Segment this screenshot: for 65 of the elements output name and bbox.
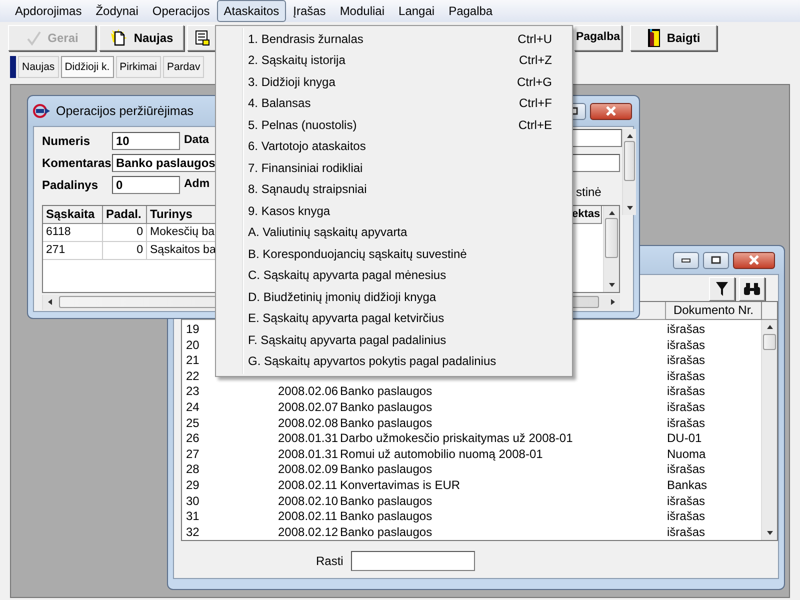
table-cell: išrašas [667,416,706,430]
shortcut-label: Ctrl+Z [519,52,552,70]
shortcut-label: Ctrl+E [518,116,552,134]
window-title: Operacijos peržiūrėjimas [56,102,194,120]
table-cell: Darbo užmokesčio priskaitymas už 2008-01 [340,431,573,446]
table-cell: 2008.02.09 [278,462,338,476]
table-cell: 24 [186,400,200,414]
table-cell: 2008.01.31 [278,446,338,461]
table-cell: išrašas [667,338,706,352]
table-cell: 30 [186,494,200,508]
table-cell: 2008.02.12 [278,524,338,539]
table-cell: 20 [186,338,200,352]
field-label: Numeris [42,133,92,150]
field-label: Padalinys [42,177,100,194]
field-label: Adm [184,177,210,192]
table-cell: Banko paslaugos [340,416,432,430]
table-cell: 2008.02.11 [278,478,338,492]
table-cell: 2008.02.06 [278,384,338,398]
table-cell: išrašas [667,524,706,539]
table-cell: 2008.02.11 [278,509,338,524]
table-cell: Banko paslaugos [340,400,432,414]
table-cell: Konvertavimas is EUR [340,478,460,492]
table-cell: Bankas [667,478,708,492]
table-cell: 0 [103,224,147,242]
table-cell: išrašas [667,368,706,383]
table-cell: išrašas [667,322,706,336]
shortcut-label: Ctrl+F [519,95,552,112]
table-cell: Banko paslaugos [340,494,432,508]
table-cell: 2008.02.08 [278,416,338,430]
table-cell: 2008.02.07 [278,400,338,414]
table-cell: 27 [186,446,200,461]
checkbox-label: stinė [576,184,602,201]
table-cell: 23 [186,384,200,398]
table-cell: išrašas [667,509,706,524]
table-cell: 6118 [43,224,103,242]
table-cell: 22 [186,368,200,383]
table-cell: išrašas [667,353,706,368]
table-cell: 32 [186,524,200,539]
field-label: Komentaras [42,155,112,172]
table-cell: išrašas [667,400,706,414]
table-cell: Banko paslaugos [340,509,432,524]
table-cell: 25 [186,416,200,430]
table-cell: išrašas [667,494,706,508]
table-cell: Banko paslaugos [340,384,432,398]
shortcut-label: Ctrl+U [518,30,552,48]
table-cell: Banko paslaugos [340,524,432,539]
table-cell: 26 [186,431,200,446]
table-cell: 2008.01.31 [278,431,338,446]
table-cell: 29 [186,478,200,492]
table-cell: Romui už automobilio nuomą 2008-01 [340,446,543,461]
table-cell: Nuoma [667,446,706,461]
table-cell: 271 [43,242,103,260]
table-cell: 19 [186,322,200,336]
table-cell: Banko paslaugos [340,462,432,476]
table-cell: išrašas [667,462,706,476]
table-cell: 21 [186,353,200,368]
table-cell: 2008.02.10 [278,494,338,508]
table-cell: 28 [186,462,200,476]
table-cell: 0 [103,242,147,260]
table-cell: 31 [186,509,200,524]
field-label: Data [184,133,209,148]
table-cell: DU-01 [667,431,702,446]
table-cell: išrašas [667,384,706,398]
search-label: Rasti [316,553,344,570]
shortcut-label: Ctrl+G [516,74,552,91]
